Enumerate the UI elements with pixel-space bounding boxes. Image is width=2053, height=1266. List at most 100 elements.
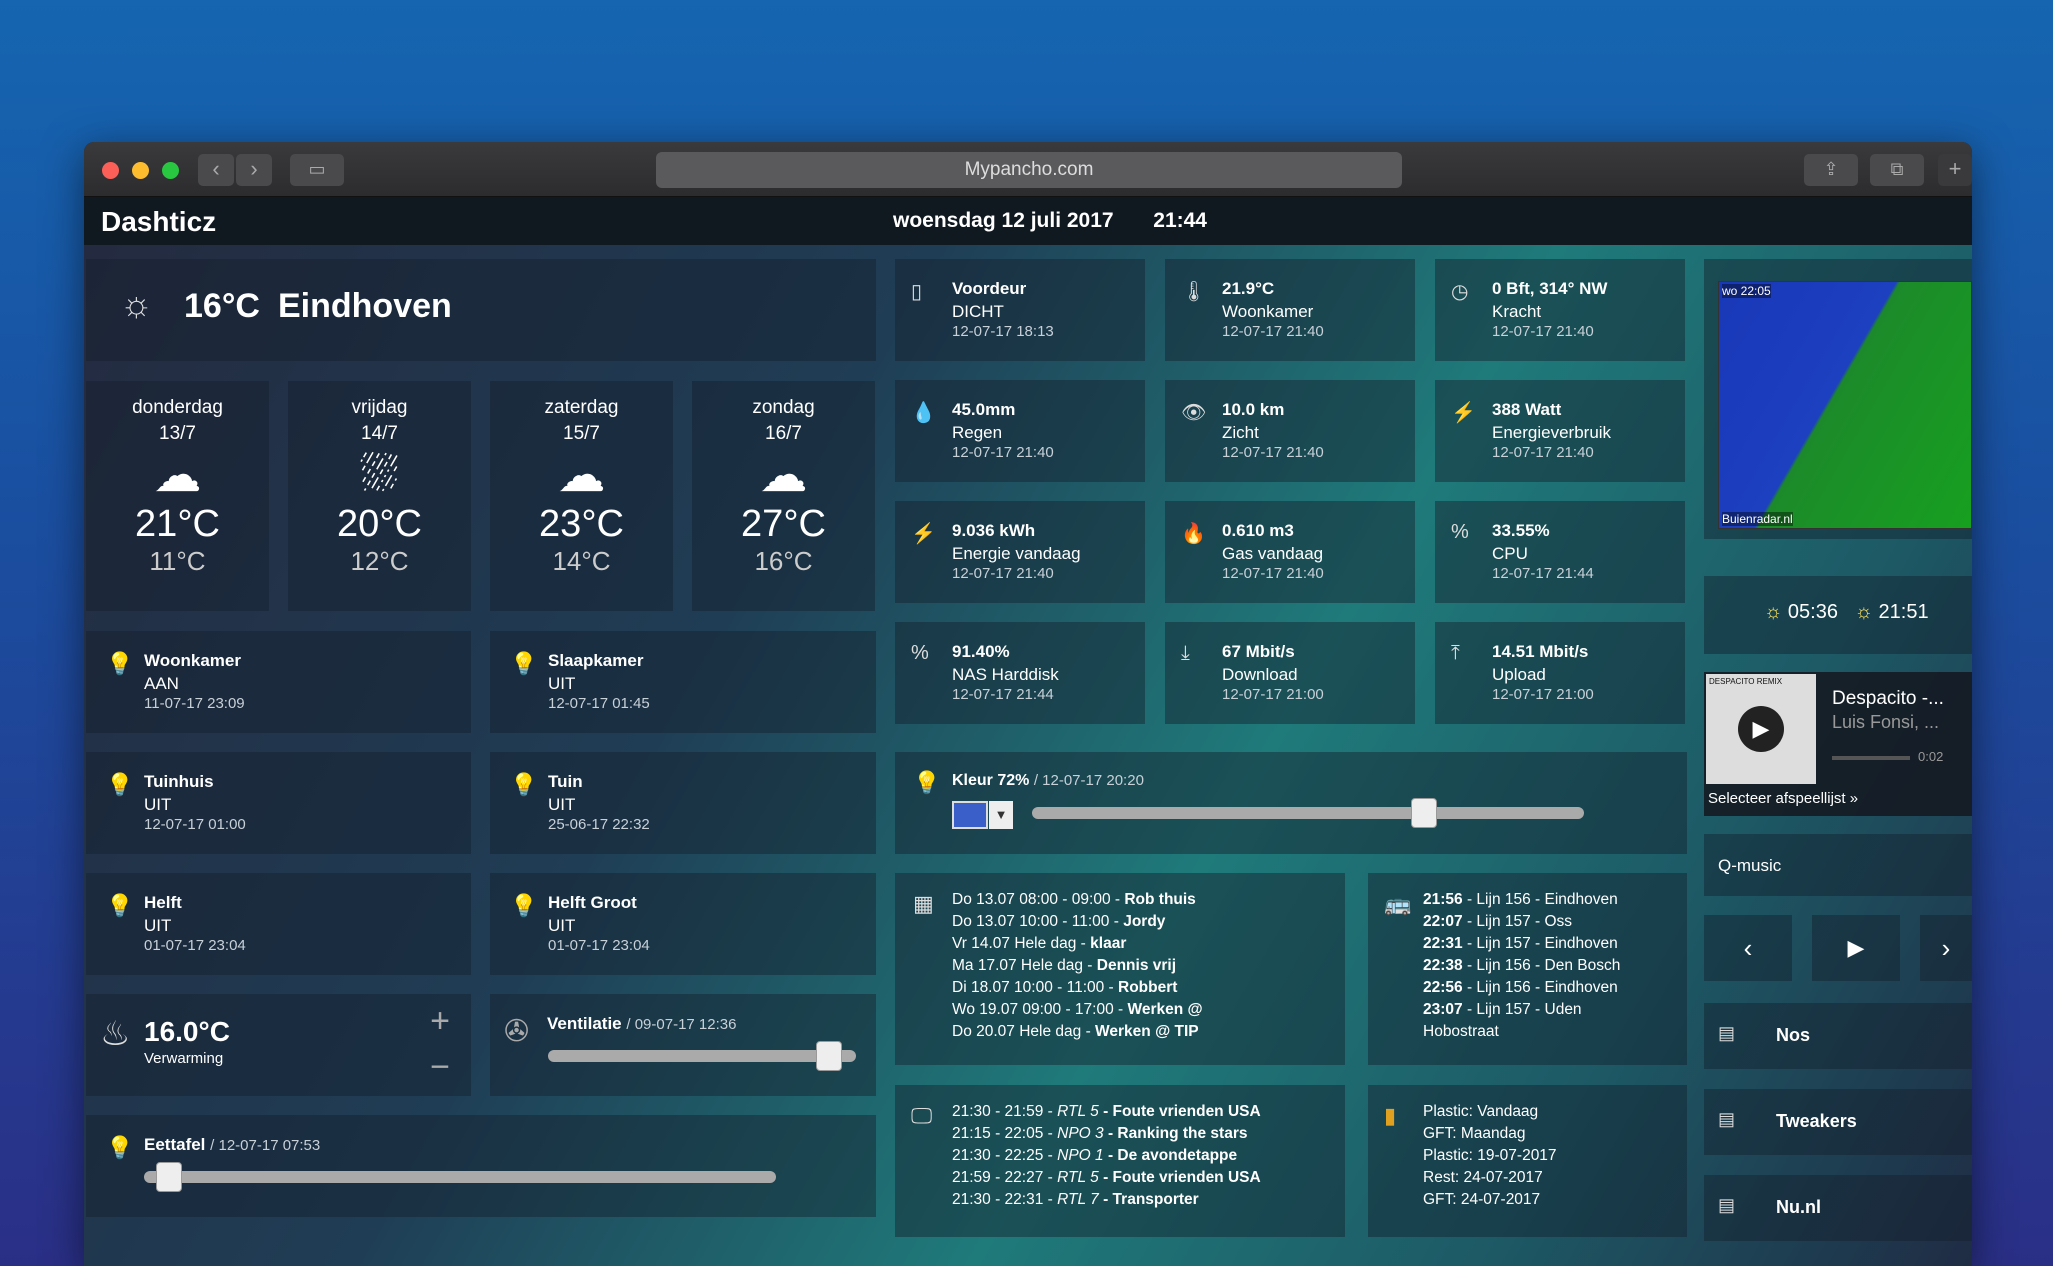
ventilation-time: / 09-07-17 12:36 [626,1016,737,1033]
next-button[interactable]: › [1920,915,1972,981]
current-temp: 16°C [184,287,260,325]
color-picker-dropdown[interactable]: ▼ [989,801,1013,829]
maximize-window-button[interactable] [162,162,179,179]
kleur-slider-track[interactable] [1032,807,1584,819]
previous-button[interactable]: ‹ [1704,915,1792,981]
switch-woonkamer[interactable]: 💡 Woonkamer AAN 11-07-17 23:09 [86,631,471,733]
sensor-value: 91.40% [952,642,1010,661]
select-playlist-link[interactable]: Selecteer afspeellijst » [1708,790,1858,807]
calendar-entry: Di 18.07 10:00 - 11:00 - Robbert [952,977,1203,999]
back-button[interactable]: ‹ [198,154,234,186]
lightbulb-icon: 💡 [510,651,538,676]
sensor-tile: ▯ Voordeur DICHT 12-07-17 18:13 [895,259,1145,361]
lightbulb-icon: 💡 [913,770,941,795]
forecast-day: vrijdag 14/7 ⛆ 20°C 12°C [288,381,471,611]
switch-tuin[interactable]: 💡 Tuin UIT 25-06-17 22:32 [490,752,876,854]
lightbulb-icon: 💡 [510,893,538,918]
sensor-label: Download [1222,665,1298,684]
sensor-value: 388 Watt [1492,400,1562,419]
close-window-button[interactable] [102,162,119,179]
switch-slaapkamer[interactable]: 💡 Slaapkamer UIT 12-07-17 01:45 [490,631,876,733]
tv-entry: 21:30 - 22:31 - RTL 7 - Transporter [952,1189,1261,1211]
track-title: Despacito -... [1832,688,1944,709]
switch-tuinhuis[interactable]: 💡 Tuinhuis UIT 12-07-17 01:00 [86,752,471,854]
dashboard: Dashticz woensdag 12 juli 2017 21:44 ☼ 1… [84,197,1972,1266]
newspaper-icon: ▤ [1718,1195,1736,1215]
sensor-label: CPU [1492,544,1528,563]
header-datetime: woensdag 12 juli 2017 21:44 [893,209,1207,233]
sensor-label: Energieverbruik [1492,423,1612,442]
forward-button[interactable]: › [236,154,272,186]
color-picker-swatch[interactable] [952,801,988,829]
new-tab-button[interactable]: + [1938,154,1972,186]
sun-times: ☼ 05:36 ☼ 21:51 [1704,576,1972,654]
sensor-time: 12-07-17 21:00 [1222,686,1324,703]
sensor-value: 0 Bft, 314° NW [1492,279,1608,298]
address-bar[interactable]: Mypancho.com [656,152,1402,188]
switch-state: AAN [144,674,179,693]
radar-map[interactable]: wo 22:05 Buienradar.nl [1718,281,1972,529]
sensor-value: 21.9°C [1222,279,1275,298]
ventilation-slider-handle[interactable] [815,1041,842,1071]
sensor-label: Zicht [1222,423,1259,442]
sensor-value: 0.610 m3 [1222,521,1294,540]
newspaper-icon: ▤ [1718,1023,1736,1043]
switch-time: 12-07-17 01:45 [548,695,650,712]
forecast-day-name: zaterdag [544,397,619,418]
calendar-what: Rob thuis [1124,891,1196,908]
kleur-slider-handle[interactable] [1410,798,1437,828]
switch-helft[interactable]: 💡 Helft UIT 01-07-17 23:04 [86,873,471,975]
share-button[interactable]: ⇪ [1804,154,1858,186]
cloud-icon: ☁ [557,449,606,502]
bus-time: 22:56 [1423,979,1463,996]
cloud-icon: ☁ [153,449,202,502]
sensor-label: Gas vandaag [1222,544,1324,563]
tv-channel: NPO 1 [1057,1147,1104,1164]
tv-channel: NPO 3 [1057,1125,1104,1142]
calendar-entry: Wo 19.07 09:00 - 17:00 - Werken @ [952,999,1203,1021]
sunset-time: 21:51 [1878,601,1929,623]
tv-guide: 🖵 21:30 - 21:59 - RTL 5 - Foute vrienden… [895,1085,1345,1237]
calendar-entry: Do 13.07 08:00 - 09:00 - Rob thuis [952,889,1203,911]
calendar-what: Werken @ [1127,1001,1203,1018]
play-button[interactable]: ▶ [1812,915,1900,981]
play-icon[interactable]: ▶ [1738,706,1784,752]
calendar-when: Do 20.07 Hele dag - [952,1023,1096,1040]
percent-icon: % [1451,521,1469,543]
kleur-time: / 12-07-17 20:20 [1033,772,1144,789]
progress-bar[interactable] [1832,756,1910,760]
news-item[interactable]: ▤ Tweakers [1704,1089,1972,1155]
flame-icon: ♨ [100,1015,131,1053]
sensor-label: Kracht [1492,302,1542,321]
bus-entry: Hobostraat [1423,1021,1620,1043]
garbage-schedule: ▮ Plastic: Vandaag GFT: Maandag Plastic: 1… [1368,1085,1687,1237]
bus-line: - Lijn 156 - Eindhoven [1462,979,1618,996]
decrease-temp-button[interactable]: − [421,1048,459,1086]
minimize-window-button[interactable] [132,162,149,179]
sensor-label: DICHT [952,302,1004,321]
sensor-tile: ⚡ 388 Watt Energieverbruik 12-07-17 21:40 [1435,380,1685,482]
sensor-time: 12-07-17 21:00 [1492,686,1594,703]
elapsed-time: 0:02 [1918,749,1944,764]
bus-entry: 22:07 - Lijn 157 - Oss [1423,911,1620,933]
switch-name: Slaapkamer [548,651,644,670]
news-item[interactable]: ▤ Nos [1704,1003,1972,1069]
forecast-low: 14°C [552,546,611,576]
bus-icon: 🚌 [1384,891,1412,916]
sensor-time: 12-07-17 21:40 [1492,323,1594,340]
tabs-overview-button[interactable]: ⧉ [1870,154,1924,186]
increase-temp-button[interactable]: + [421,1002,459,1040]
ventilation-slider-track[interactable] [548,1050,856,1062]
sensor-tile: ⤓ 67 Mbit/s Download 12-07-17 21:00 [1165,622,1415,724]
bus-line: - Lijn 157 - Oss [1462,913,1573,930]
news-item[interactable]: ▤ Nu.nl [1704,1175,1972,1241]
forecast-date: 13/7 [159,423,196,444]
newspaper-icon: ▤ [1718,1109,1736,1129]
sensor-time: 12-07-17 21:40 [1222,323,1324,340]
eettafel-time: / 12-07-17 07:53 [210,1137,321,1154]
sidebar-toggle-button[interactable]: ▭ [290,154,344,186]
eettafel-slider-track[interactable] [144,1171,776,1183]
eettafel-slider-handle[interactable] [156,1162,183,1192]
sensor-value: 45.0mm [952,400,1016,419]
switch-helft-groot[interactable]: 💡 Helft Groot UIT 01-07-17 23:04 [490,873,876,975]
